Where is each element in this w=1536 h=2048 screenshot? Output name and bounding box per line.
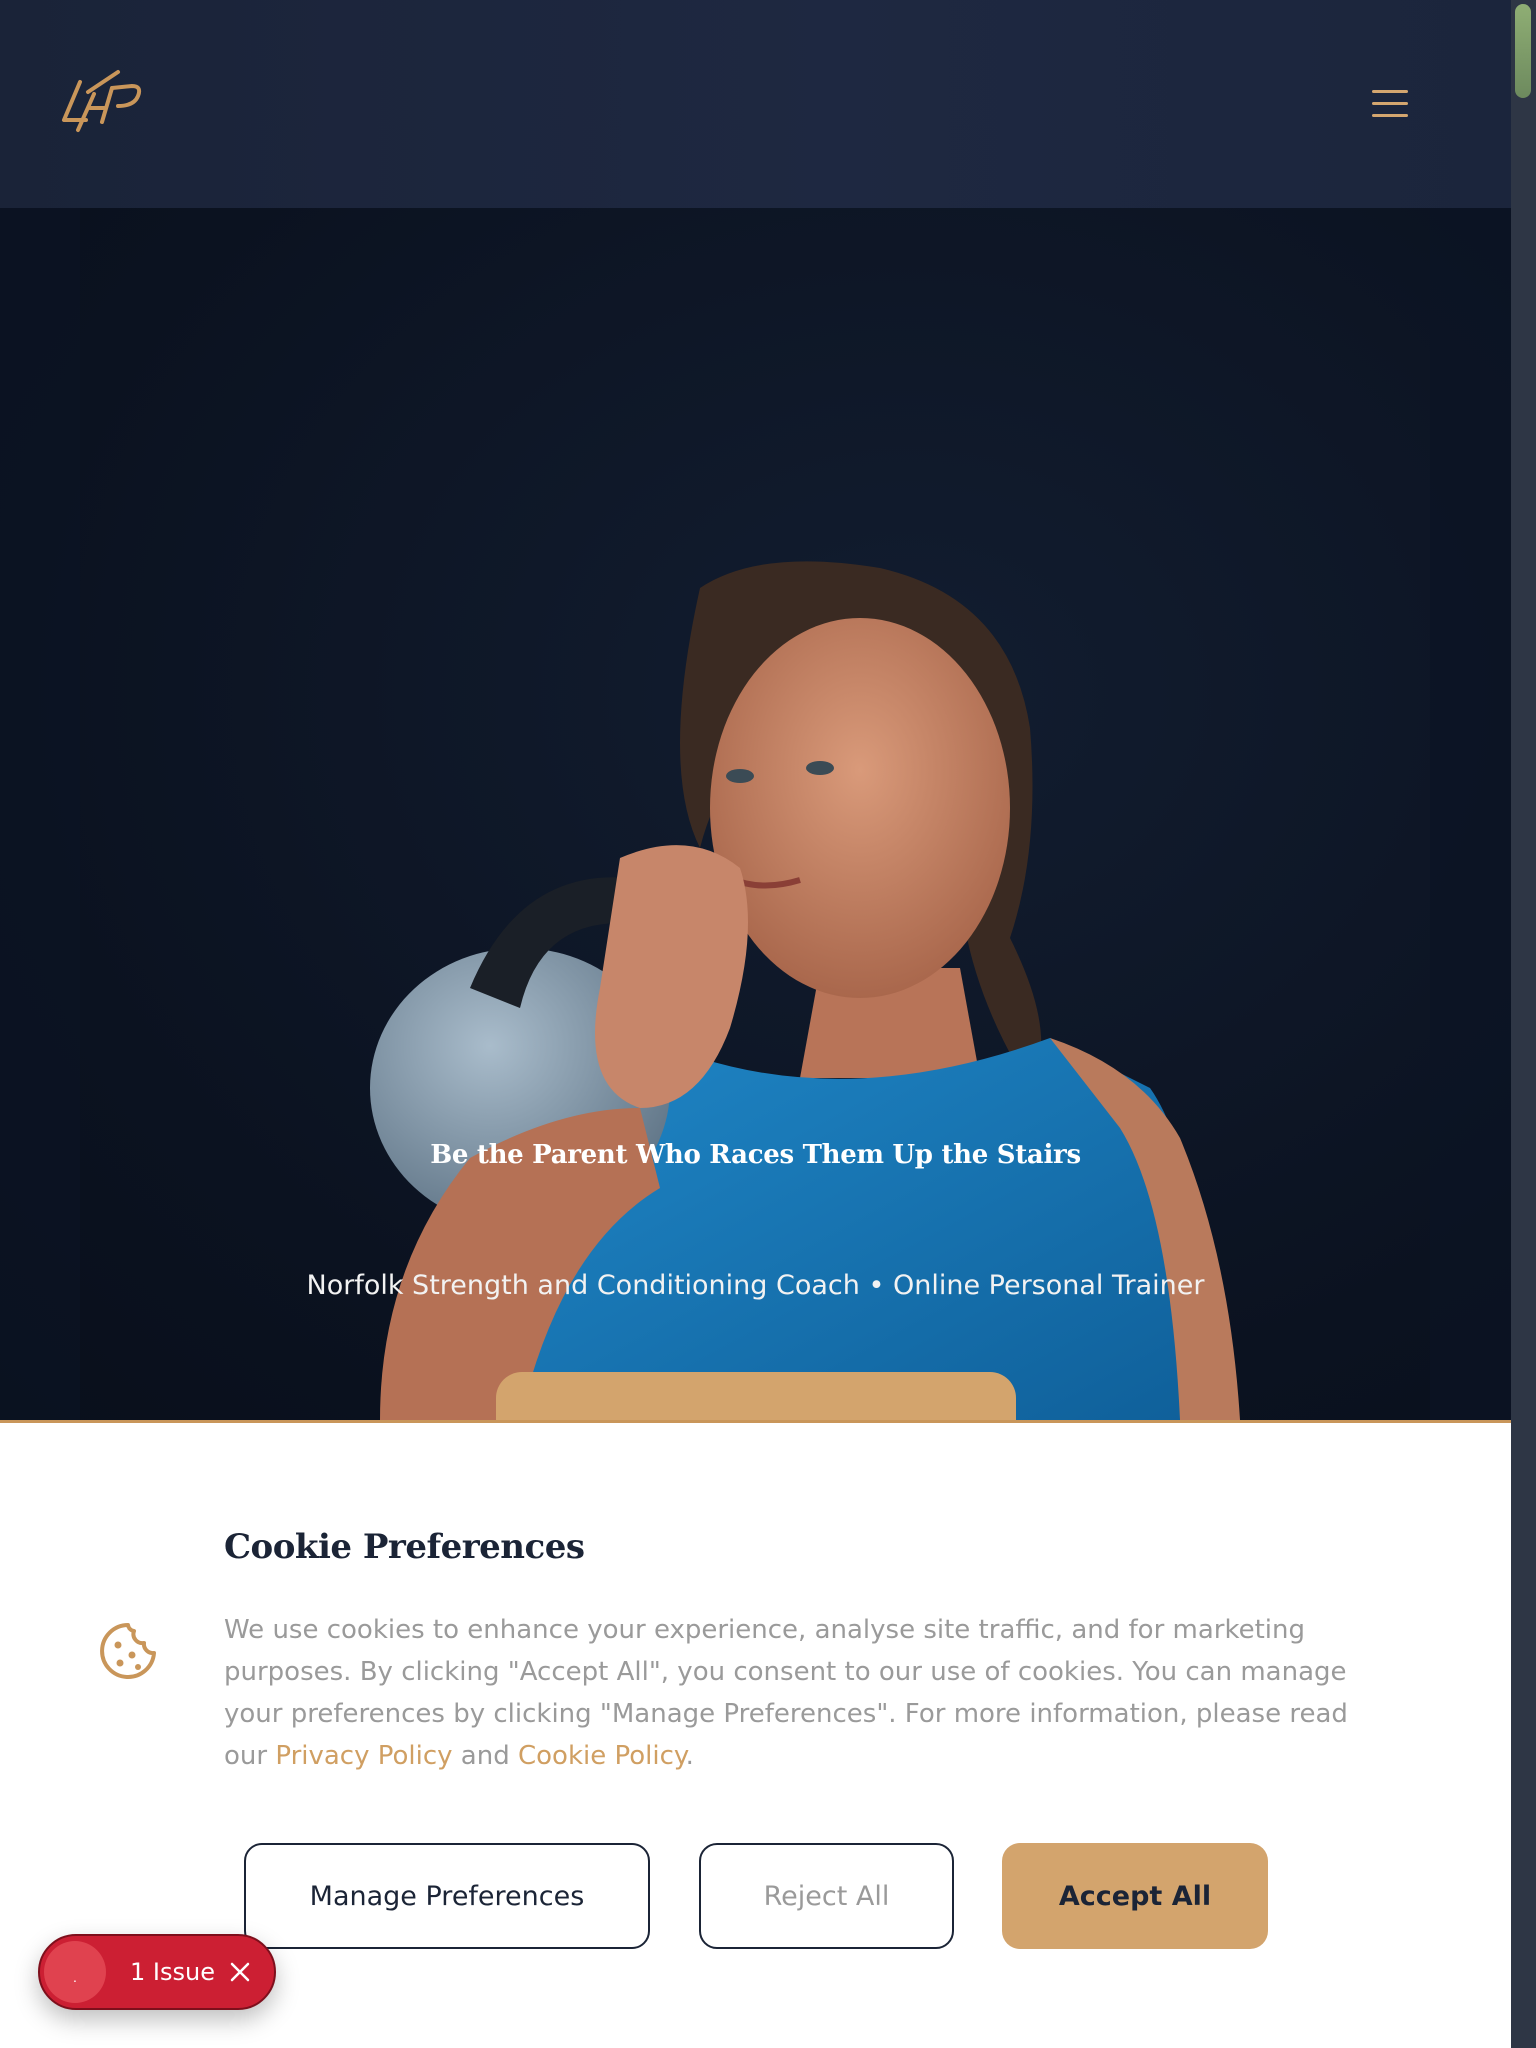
cookie-title: Cookie Preferences bbox=[224, 1527, 585, 1567]
hamburger-menu-icon[interactable] bbox=[1368, 84, 1416, 124]
issue-badge[interactable]: . 1 Issue bbox=[38, 1934, 276, 2010]
site-header bbox=[0, 0, 1511, 208]
cookie-policy-link[interactable]: Cookie Policy bbox=[518, 1741, 686, 1771]
hero-subtitle: Norfolk Strength and Conditioning Coach … bbox=[306, 1270, 1205, 1301]
close-icon[interactable] bbox=[228, 1960, 252, 1984]
site-logo[interactable] bbox=[58, 64, 144, 134]
issue-count-label: 1 Issue bbox=[130, 1958, 215, 1986]
hero-title: Be the Parent Who Races Them Up the Stai… bbox=[430, 1140, 1081, 1170]
menu-bar-top bbox=[1372, 90, 1408, 93]
page-scrollbar-thumb[interactable] bbox=[1515, 4, 1531, 98]
cookie-description: We use cookies to enhance your experienc… bbox=[224, 1609, 1394, 1777]
cookie-text-end: . bbox=[685, 1741, 694, 1771]
hero-cta-button[interactable] bbox=[496, 1372, 1016, 1420]
accept-all-button[interactable]: Accept All bbox=[1002, 1843, 1268, 1949]
page-scrollbar-track[interactable] bbox=[1511, 0, 1536, 2048]
menu-bar-middle bbox=[1372, 102, 1408, 105]
issue-dot-text: . bbox=[73, 1969, 77, 1985]
reject-all-button[interactable]: Reject All bbox=[699, 1843, 954, 1949]
privacy-policy-link[interactable]: Privacy Policy bbox=[275, 1741, 452, 1771]
menu-bar-bottom bbox=[1372, 114, 1408, 117]
cookie-text-and: and bbox=[452, 1741, 518, 1771]
hero-photo bbox=[0, 208, 1511, 1420]
issue-indicator-dot: . bbox=[44, 1941, 106, 2003]
hero-section: Be the Parent Who Races Them Up the Stai… bbox=[0, 208, 1511, 1420]
cookie-icon bbox=[100, 1623, 156, 1679]
manage-preferences-button[interactable]: Manage Preferences bbox=[244, 1843, 650, 1949]
